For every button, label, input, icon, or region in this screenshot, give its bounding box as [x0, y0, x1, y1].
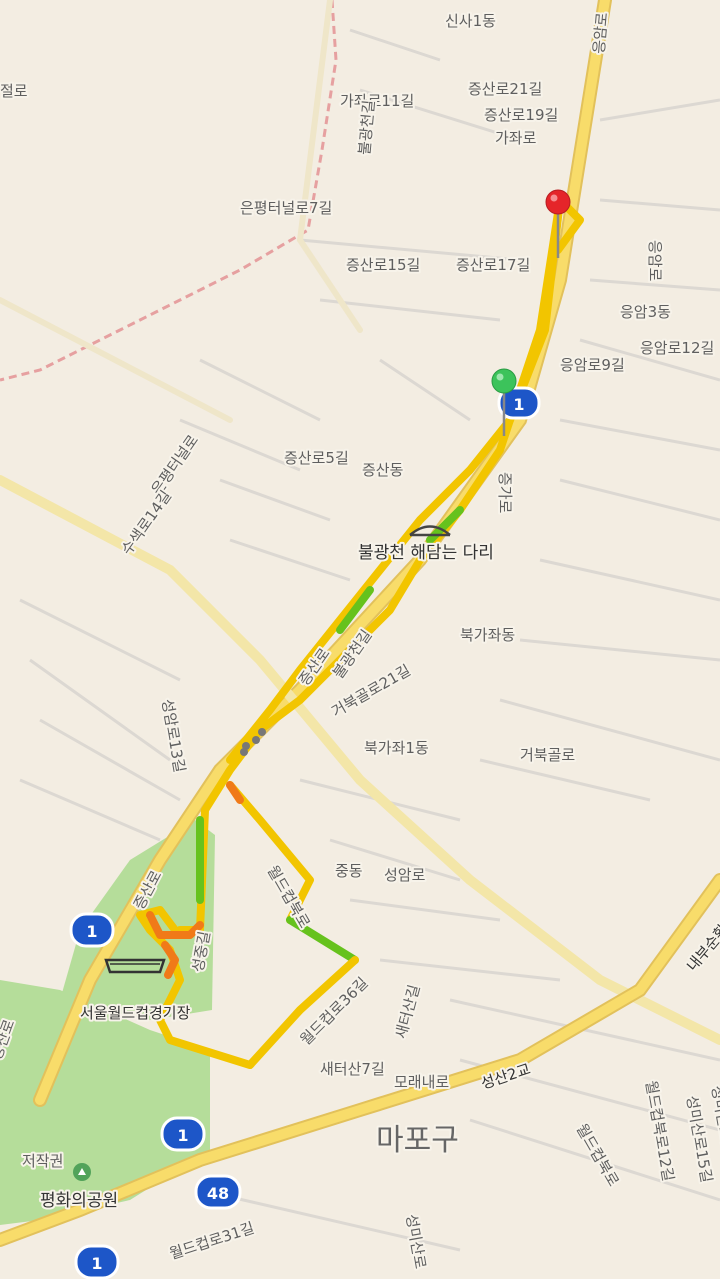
street-label: 북가좌동 [460, 626, 515, 644]
route-shield-number: 48 [207, 1184, 229, 1203]
route-shield[interactable]: 1 [69, 912, 115, 948]
street-label: 가좌로 [495, 129, 537, 147]
street-label: 증산로5길 [284, 449, 349, 467]
stadium-label: 서울월드컵경기장 [80, 1004, 191, 1022]
street-label: 절로 [0, 82, 28, 100]
street-label: 증가로 [496, 472, 514, 514]
street-label: 응암로9길 [560, 356, 625, 374]
route-shield-number: 1 [91, 1254, 102, 1273]
start-pin-icon[interactable] [491, 368, 517, 394]
route-shield[interactable]: 1 [74, 1244, 120, 1279]
route-shield[interactable]: 48 [194, 1174, 242, 1210]
route-shield[interactable]: 1 [160, 1116, 206, 1152]
park-label: 평화의공원 [40, 1191, 118, 1211]
street-label: 중동 [335, 862, 363, 880]
route-shield-number: 1 [86, 922, 97, 941]
street-label: 거북골로 [520, 746, 575, 764]
street-label: 응암로 [646, 240, 664, 282]
district-label: 마포구 [376, 1123, 459, 1158]
street-label: 모래내로 [394, 1073, 449, 1091]
end-pin-icon[interactable] [545, 189, 571, 215]
street-label: 성암로 [384, 866, 426, 884]
street-label: 증산로15길 [346, 256, 420, 274]
bridge-label: 불광천 해담는 다리 [358, 543, 494, 563]
street-label: 신사1동 [445, 12, 496, 30]
street-label: 은평터널로7길 [240, 199, 332, 217]
street-label: 응암3동 [620, 303, 671, 321]
street-label: 새터산7길 [320, 1060, 385, 1078]
street-label: 북가좌1동 [364, 739, 429, 757]
route-shield-number: 1 [177, 1126, 188, 1145]
street-label: 증산로21길 [468, 80, 542, 98]
map-canvas[interactable]: 신사1동 증산로21길 증산로19길 가좌로 가좌로11길 은평터널로7길 증산… [0, 0, 720, 1279]
route-shield-number: 1 [513, 395, 524, 414]
street-label: 증산동 [362, 461, 404, 479]
street-label: 응암로 [590, 11, 612, 54]
street-label: 증산로19길 [484, 106, 558, 124]
park-copyright-label: 저작권 [22, 1152, 63, 1170]
street-label: 증산로17길 [456, 256, 530, 274]
street-label: 응암로12길 [640, 339, 714, 357]
